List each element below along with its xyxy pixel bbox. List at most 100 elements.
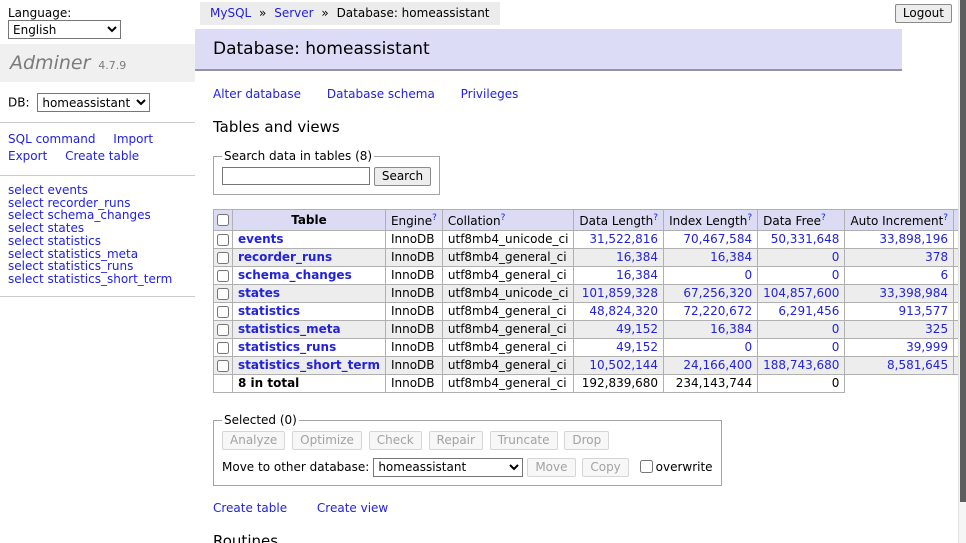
table-row: states InnoDB utf8mb4_unicode_ci 101,859… bbox=[214, 285, 966, 303]
db-select[interactable]: homeassistant bbox=[37, 93, 150, 112]
table-link[interactable]: statistics_runs bbox=[238, 340, 336, 354]
vertical-scrollbar[interactable] bbox=[958, 0, 966, 543]
data-length-link[interactable]: 49,152 bbox=[616, 340, 658, 354]
logout-button[interactable]: Logout bbox=[895, 4, 952, 23]
auto-increment-link[interactable]: 33,898,196 bbox=[879, 232, 948, 246]
auto-increment-link[interactable]: 378 bbox=[925, 250, 948, 264]
column-header-collation: Collation? bbox=[442, 210, 574, 231]
table-link[interactable]: recorder_runs bbox=[238, 250, 332, 264]
index-length-link[interactable]: 16,384 bbox=[710, 322, 752, 336]
data-length-link[interactable]: 48,824,320 bbox=[589, 304, 658, 318]
drop-button[interactable]: Drop bbox=[564, 431, 609, 450]
table-link[interactable]: states bbox=[238, 286, 280, 300]
repair-button[interactable]: Repair bbox=[429, 431, 483, 450]
help-icon[interactable]: ? bbox=[432, 213, 437, 223]
table-create-links: Create table Create view bbox=[213, 501, 948, 515]
help-icon[interactable]: ? bbox=[653, 213, 658, 223]
sidebar-link-export[interactable]: Export bbox=[8, 149, 47, 163]
row-checkbox[interactable] bbox=[217, 360, 229, 372]
data-free-link[interactable]: 104,857,600 bbox=[763, 286, 839, 300]
sidebar-link-create-table[interactable]: Create table bbox=[65, 149, 139, 163]
optimize-button[interactable]: Optimize bbox=[292, 431, 362, 450]
help-icon[interactable]: ? bbox=[821, 213, 826, 223]
cell-collation: utf8mb4_general_ci bbox=[442, 339, 574, 357]
privileges-link[interactable]: Privileges bbox=[461, 87, 519, 101]
row-checkbox[interactable] bbox=[217, 234, 229, 246]
table-row: recorder_runs InnoDB utf8mb4_general_ci … bbox=[214, 249, 966, 267]
data-length-link[interactable]: 49,152 bbox=[616, 322, 658, 336]
index-length-link[interactable]: 70,467,584 bbox=[683, 232, 752, 246]
data-length-link[interactable]: 101,859,328 bbox=[582, 286, 658, 300]
data-free-link[interactable]: 0 bbox=[832, 268, 840, 282]
index-length-link[interactable]: 67,256,320 bbox=[683, 286, 752, 300]
sidebar-link-import[interactable]: Import bbox=[113, 132, 153, 146]
truncate-button[interactable]: Truncate bbox=[490, 431, 558, 450]
sidebar-item-select-events[interactable]: select events bbox=[8, 184, 187, 197]
column-header-data-length: Data Length? bbox=[574, 210, 664, 231]
index-length-link[interactable]: 0 bbox=[744, 268, 752, 282]
row-checkbox[interactable] bbox=[217, 324, 229, 336]
table-link[interactable]: statistics bbox=[238, 304, 300, 318]
data-free-link[interactable]: 6,291,456 bbox=[778, 304, 839, 318]
data-length-link[interactable]: 31,522,816 bbox=[589, 232, 658, 246]
data-length-link[interactable]: 10,502,144 bbox=[589, 358, 658, 372]
row-checkbox[interactable] bbox=[217, 252, 229, 264]
data-free-link[interactable]: 188,743,680 bbox=[763, 358, 839, 372]
table-link[interactable]: statistics_meta bbox=[238, 322, 341, 336]
data-free-link[interactable]: 0 bbox=[832, 340, 840, 354]
sidebar-item-select-statistics[interactable]: select statistics bbox=[8, 235, 187, 248]
auto-increment-link[interactable]: 33,398,984 bbox=[879, 286, 948, 300]
help-icon[interactable]: ? bbox=[501, 213, 506, 223]
table-link[interactable]: statistics_short_term bbox=[238, 358, 380, 372]
alter-database-link[interactable]: Alter database bbox=[213, 87, 301, 101]
auto-increment-link[interactable]: 325 bbox=[925, 322, 948, 336]
data-length-link[interactable]: 16,384 bbox=[616, 250, 658, 264]
create-view-link[interactable]: Create view bbox=[317, 501, 388, 515]
sidebar-item-select-statistics-short-term[interactable]: select statistics_short_term bbox=[8, 273, 187, 286]
data-free-link[interactable]: 0 bbox=[832, 250, 840, 264]
auto-increment-link[interactable]: 8,581,645 bbox=[887, 358, 948, 372]
routines-heading: Routines bbox=[213, 532, 948, 543]
language-select[interactable]: English bbox=[8, 20, 121, 39]
copy-button[interactable]: Copy bbox=[582, 458, 628, 477]
help-icon[interactable]: ? bbox=[747, 213, 752, 223]
index-length-link[interactable]: 0 bbox=[744, 340, 752, 354]
analyze-button[interactable]: Analyze bbox=[222, 431, 285, 450]
cell-engine: InnoDB bbox=[385, 285, 442, 303]
move-button[interactable]: Move bbox=[527, 458, 575, 477]
sidebar-link-sql-command[interactable]: SQL command bbox=[8, 132, 95, 146]
breadcrumb-link-mysql[interactable]: MySQL bbox=[210, 6, 251, 20]
sidebar-item-select-states[interactable]: select states bbox=[8, 222, 187, 235]
row-checkbox[interactable] bbox=[217, 342, 229, 354]
move-database-select[interactable]: homeassistant bbox=[373, 458, 523, 477]
create-table-link[interactable]: Create table bbox=[213, 501, 287, 515]
data-free-link[interactable]: 0 bbox=[832, 322, 840, 336]
help-icon[interactable]: ? bbox=[943, 213, 948, 223]
search-input[interactable] bbox=[222, 167, 370, 185]
check-button[interactable]: Check bbox=[369, 431, 422, 450]
row-checkbox[interactable] bbox=[217, 288, 229, 300]
table-link[interactable]: events bbox=[238, 232, 284, 246]
breadcrumb-current: Database: homeassistant bbox=[337, 6, 490, 20]
search-button[interactable]: Search bbox=[374, 167, 431, 186]
move-to-database-label: Move to other database: bbox=[222, 460, 369, 474]
row-checkbox[interactable] bbox=[217, 270, 229, 282]
breadcrumb-link-server[interactable]: Server bbox=[274, 6, 313, 20]
database-schema-link[interactable]: Database schema bbox=[327, 87, 435, 101]
auto-increment-link[interactable]: 39,999 bbox=[906, 340, 948, 354]
page-title: Database: homeassistant bbox=[195, 29, 902, 71]
auto-increment-link[interactable]: 913,577 bbox=[898, 304, 948, 318]
data-free-link[interactable]: 50,331,648 bbox=[771, 232, 840, 246]
scrollbar-thumb[interactable] bbox=[960, 0, 966, 502]
index-length-link[interactable]: 72,220,672 bbox=[683, 304, 752, 318]
tables-and-views-heading: Tables and views bbox=[213, 118, 948, 136]
auto-increment-link[interactable]: 6 bbox=[940, 268, 948, 282]
index-length-link[interactable]: 16,384 bbox=[710, 250, 752, 264]
table-link[interactable]: schema_changes bbox=[238, 268, 352, 282]
total-collation: utf8mb4_general_ci bbox=[442, 375, 574, 393]
data-length-link[interactable]: 16,384 bbox=[616, 268, 658, 282]
row-checkbox[interactable] bbox=[217, 306, 229, 318]
select-all-checkbox[interactable] bbox=[217, 214, 229, 226]
overwrite-checkbox[interactable] bbox=[640, 460, 653, 473]
index-length-link[interactable]: 24,166,400 bbox=[683, 358, 752, 372]
